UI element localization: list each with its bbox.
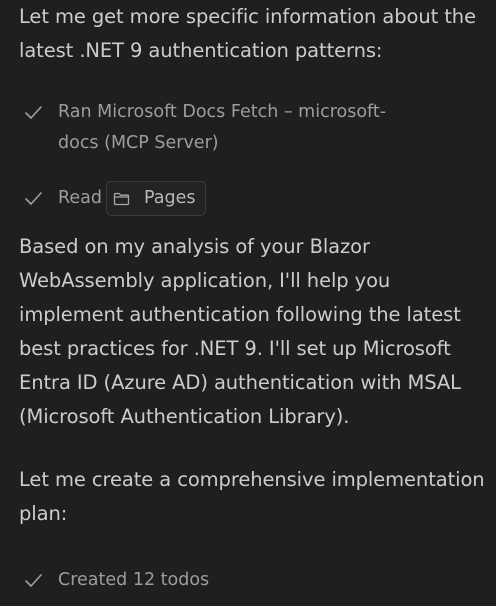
tool-call-label: Ran Microsoft Docs Fetch – microsoft-doc… <box>58 102 387 153</box>
check-icon <box>25 97 45 128</box>
plan-paragraph: Let me create a comprehensive implementa… <box>19 468 485 525</box>
folder-icon <box>113 192 130 206</box>
check-icon <box>25 565 45 596</box>
intro-paragraph: Let me get more specific information abo… <box>19 5 476 62</box>
check-icon <box>25 183 45 214</box>
analysis-paragraph: Based on my analysis of your Blazor WebA… <box>19 235 461 428</box>
tool-call-label: Created 12 todos <box>58 570 210 590</box>
pages-folder-reference[interactable]: Pages <box>105 181 207 216</box>
tool-call-read: Read Pages <box>25 181 207 216</box>
tool-call-label: Read <box>58 188 102 208</box>
tool-call-create-todos[interactable]: Created 12 todos <box>25 565 209 596</box>
pill-label: Pages <box>143 188 196 208</box>
tool-call-docs-fetch[interactable]: Ran Microsoft Docs Fetch – microsoft-doc… <box>25 97 425 159</box>
